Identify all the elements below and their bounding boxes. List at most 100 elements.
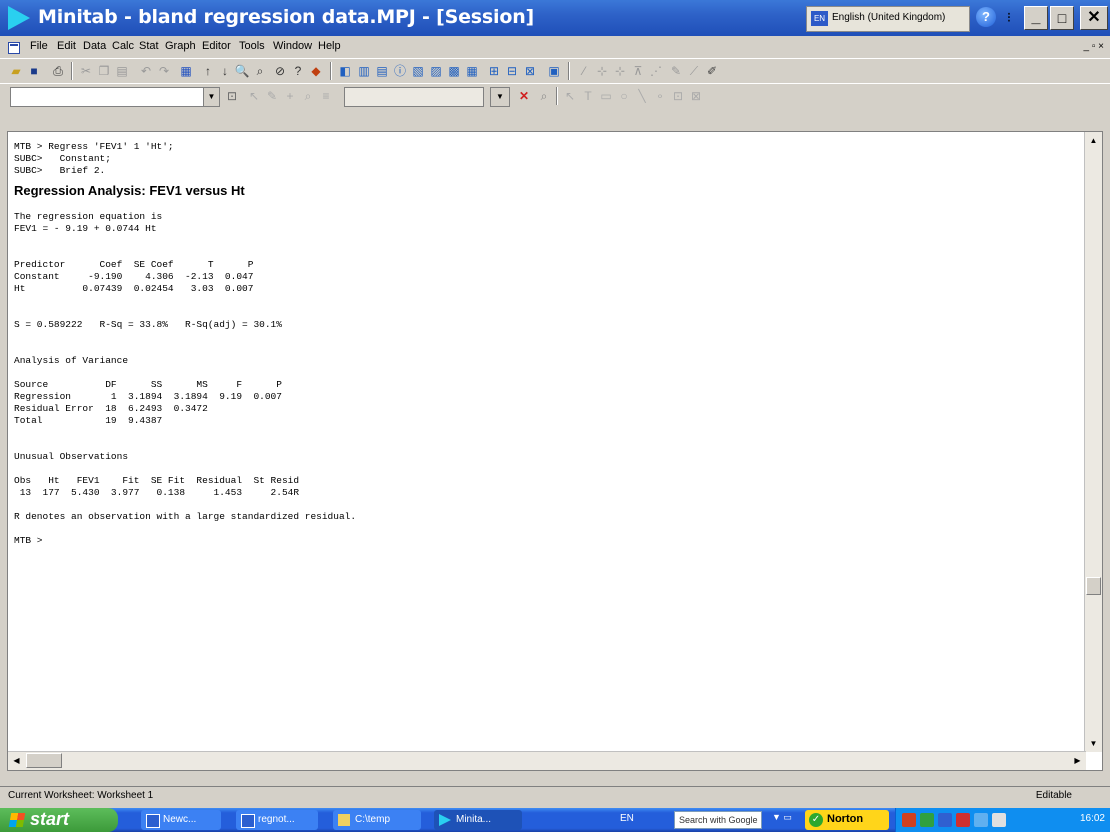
- menu-window[interactable]: Window: [273, 40, 312, 52]
- session-line: The regression equation is: [14, 211, 163, 222]
- tray-network-icon[interactable]: [974, 813, 988, 827]
- menu-help[interactable]: Help: [318, 40, 341, 52]
- menu-edit[interactable]: Edit: [57, 40, 76, 52]
- session-line: [14, 523, 1074, 535]
- edit-last-dialog-icon[interactable]: ▦: [178, 63, 194, 79]
- cut-icon[interactable]: ✂: [78, 63, 94, 79]
- horizontal-scrollbar[interactable]: ◀ ▶: [8, 751, 1086, 770]
- polygon-tool-icon: ⊡: [672, 89, 684, 103]
- history-icon[interactable]: ▧: [410, 63, 426, 79]
- help-icon[interactable]: ?: [290, 63, 306, 79]
- session-line: R denotes an observation with a large st…: [14, 511, 357, 522]
- marker-tool-icon: ∘: [656, 89, 664, 103]
- session-line: [14, 307, 1074, 319]
- menu-tools[interactable]: Tools: [239, 40, 265, 52]
- cancel-icon[interactable]: ⊘: [272, 63, 288, 79]
- pencil-icon[interactable]: ✐: [704, 63, 720, 79]
- start-button[interactable]: start: [0, 808, 118, 832]
- session-window-toolbar-icon[interactable]: ◧: [337, 63, 353, 79]
- task-minitab[interactable]: Minita...: [434, 810, 522, 830]
- norton-button[interactable]: ✓ Norton: [805, 810, 889, 830]
- vertical-scroll-thumb[interactable]: [1086, 577, 1101, 595]
- previous-command-icon[interactable]: ↑: [200, 63, 216, 79]
- open-icon[interactable]: ▰: [8, 63, 24, 79]
- menu-data[interactable]: Data: [83, 40, 106, 52]
- session-line: Unusual Observations: [14, 451, 129, 462]
- print-icon[interactable]: ⎙: [50, 63, 66, 79]
- menu-graph[interactable]: Graph: [165, 40, 196, 52]
- task-regnot[interactable]: regnot...: [236, 810, 318, 830]
- find-replace-icon[interactable]: ⌕: [252, 63, 268, 79]
- save-icon[interactable]: ■: [26, 63, 42, 79]
- brush-icon[interactable]: ⊡: [224, 88, 240, 104]
- session-window-icon[interactable]: [8, 42, 20, 54]
- delete-icon[interactable]: ✕: [516, 88, 532, 104]
- scroll-up-icon[interactable]: ▲: [1085, 132, 1102, 149]
- session-line: [14, 463, 1074, 475]
- start-label: start: [30, 809, 70, 829]
- related-documents-icon[interactable]: ▦: [464, 63, 480, 79]
- norton-label: Norton: [827, 813, 864, 825]
- disabled-tool-5-icon: ⋰: [650, 64, 662, 78]
- menu-editor[interactable]: Editor: [202, 40, 231, 52]
- scroll-down-icon[interactable]: ▼: [1085, 735, 1102, 752]
- session-line: [14, 427, 1074, 439]
- graph-select-dropdown[interactable]: ▼: [490, 87, 510, 107]
- session-line: [14, 499, 1074, 511]
- graph-edit-icon[interactable]: ⊠: [522, 63, 538, 79]
- equals-icon: ≡: [322, 89, 330, 103]
- project-manager-icon[interactable]: ▤: [374, 63, 390, 79]
- close-button[interactable]: ✕: [1080, 6, 1108, 30]
- copy-icon[interactable]: ❐: [96, 63, 112, 79]
- current-data-window-icon[interactable]: ▥: [356, 63, 372, 79]
- tray-volume-icon[interactable]: [992, 813, 1006, 827]
- task-temp-folder[interactable]: C:\temp: [333, 810, 421, 830]
- session-line: SUBC> Constant;: [14, 153, 111, 164]
- language-bar[interactable]: EN English (United Kingdom): [806, 6, 970, 32]
- report-pad-icon[interactable]: ▩: [446, 63, 462, 79]
- mdi-window-controls[interactable]: _ ▫ ×: [1083, 41, 1104, 52]
- magnify-icon[interactable]: ⌕: [536, 88, 552, 104]
- graph-brush-icon[interactable]: ⊟: [504, 63, 520, 79]
- menu-stat[interactable]: Stat: [139, 40, 159, 52]
- select-arrow-icon: ↖: [248, 89, 260, 103]
- next-command-icon[interactable]: ↓: [217, 63, 233, 79]
- tray-app-2-icon[interactable]: [920, 813, 934, 827]
- output-heading: Regression Analysis: FEV1 versus Ht: [14, 183, 245, 198]
- layout-tool-icon[interactable]: ⊞: [486, 63, 502, 79]
- scroll-right-icon[interactable]: ▶: [1069, 752, 1086, 769]
- language-bar-help-icon[interactable]: ?: [976, 7, 996, 27]
- tray-app-3-icon[interactable]: [938, 813, 952, 827]
- session-line: S = 0.589222 R-Sq = 33.8% R-Sq(adj) = 30…: [14, 319, 282, 330]
- undo-icon[interactable]: ↶: [138, 63, 154, 79]
- taskbar-language-indicator[interactable]: EN: [620, 813, 634, 824]
- language-bar-options-icon[interactable]: ⁝: [1003, 6, 1015, 30]
- redo-icon[interactable]: ↷: [156, 63, 172, 79]
- session-line: [14, 439, 1074, 451]
- menu-file[interactable]: File: [30, 40, 48, 52]
- info-icon[interactable]: ⓘ: [392, 63, 408, 79]
- task-newc[interactable]: Newc...: [141, 810, 221, 830]
- maximize-button[interactable]: □: [1050, 6, 1074, 30]
- find-icon[interactable]: 🔍: [234, 63, 250, 79]
- worksheet-select[interactable]: ▼: [10, 87, 220, 107]
- minimize-button[interactable]: _: [1024, 6, 1048, 30]
- scroll-left-icon[interactable]: ◀: [8, 752, 25, 769]
- manage-graphs-icon[interactable]: ▣: [546, 63, 562, 79]
- chevron-down-icon[interactable]: ▼: [490, 88, 509, 106]
- session-window[interactable]: MTB > Regress 'FEV1' 1 'Ht'; SUBC> Const…: [7, 131, 1103, 771]
- search-toolbar-arrows-icon[interactable]: ▼ ▭: [772, 812, 792, 823]
- clock: 16:02: [1079, 813, 1105, 824]
- tray-app-4-icon[interactable]: [956, 813, 970, 827]
- google-search-input[interactable]: Search with Google: [674, 811, 762, 829]
- vertical-scrollbar[interactable]: ▲ ▼: [1084, 132, 1102, 752]
- session-output: MTB > Regress 'FEV1' 1 'Ht'; SUBC> Const…: [14, 141, 1074, 547]
- tray-app-1-icon[interactable]: [902, 813, 916, 827]
- horizontal-scroll-thumb[interactable]: [26, 753, 62, 768]
- menu-calc[interactable]: Calc: [112, 40, 134, 52]
- chevron-down-icon[interactable]: ▼: [203, 88, 219, 106]
- status-bar: Current Worksheet: Worksheet 1 Editable: [0, 786, 1110, 807]
- stat-guide-icon[interactable]: ◆: [308, 63, 324, 79]
- paste-icon[interactable]: ▤: [114, 63, 130, 79]
- graphs-folder-icon[interactable]: ▨: [428, 63, 444, 79]
